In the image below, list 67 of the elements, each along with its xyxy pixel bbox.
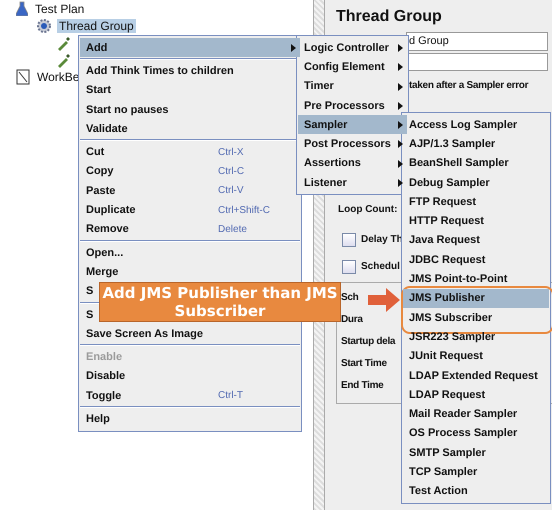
scheduler-label: Startup dela bbox=[341, 336, 396, 347]
menu-item[interactable]: Remove Delete bbox=[80, 220, 300, 239]
menu-item[interactable]: LDAP Request bbox=[403, 385, 549, 404]
menu-item[interactable]: JMS Point-to-Point bbox=[403, 269, 549, 289]
menu-item[interactable]: HTTP Request bbox=[403, 211, 549, 231]
menu-item[interactable]: OS Process Sampler bbox=[403, 424, 549, 444]
menu-item[interactable]: JUnit Request bbox=[403, 346, 549, 366]
error-action-label: taken after a Sampler error bbox=[409, 80, 528, 91]
pipette-icon bbox=[56, 52, 72, 68]
scheduler-label: Start Time bbox=[341, 358, 387, 369]
checkbox[interactable] bbox=[342, 260, 356, 274]
menu-item[interactable]: JMS Publisher bbox=[403, 288, 549, 308]
menu-item[interactable]: AJP/1.3 Sampler bbox=[403, 134, 549, 154]
menu-item[interactable]: Merge bbox=[80, 262, 122, 282]
notepad-icon bbox=[16, 68, 30, 84]
menu-item[interactable]: Open... bbox=[80, 242, 128, 262]
menu-item[interactable]: Java Request bbox=[403, 230, 549, 250]
menu-item[interactable]: Start bbox=[80, 80, 116, 100]
menu-item[interactable]: S bbox=[80, 304, 98, 324]
submenu-arrow-icon bbox=[398, 82, 403, 91]
menu-item[interactable]: Duplicate Ctrl+Shift-C bbox=[80, 200, 300, 220]
menu-item[interactable]: Add bbox=[80, 38, 300, 58]
loop-count-label: Loop Count: bbox=[338, 204, 398, 215]
panel-title: Thread Group bbox=[336, 8, 443, 27]
menu-item[interactable]: Copy Ctrl-C bbox=[80, 162, 300, 182]
menu-item[interactable]: Paste Ctrl-V bbox=[80, 181, 300, 200]
menu-item[interactable]: LDAP Extended Request bbox=[403, 366, 549, 386]
menu-item[interactable]: Debug Sampler bbox=[403, 172, 549, 192]
menu-item[interactable]: Save Screen As Image bbox=[80, 324, 207, 344]
menu-item[interactable]: SMTP Sampler bbox=[403, 443, 549, 462]
callout-tooltip: Add JMS Publisher than JMS Subscriber bbox=[99, 282, 341, 322]
checkbox[interactable] bbox=[342, 232, 356, 246]
menu-item[interactable]: Validate bbox=[80, 119, 132, 138]
tree-item[interactable]: Test Plan bbox=[33, 2, 86, 16]
menu-item[interactable]: JMS Subscriber bbox=[403, 308, 549, 328]
menu-item[interactable]: Add Think Times to children bbox=[80, 61, 238, 81]
scheduler-label: Sch bbox=[341, 292, 358, 303]
gear-icon bbox=[36, 18, 52, 34]
menu-item[interactable]: S bbox=[80, 282, 98, 301]
arrow-icon bbox=[368, 288, 400, 312]
menu-item[interactable]: Test Action bbox=[403, 482, 549, 501]
scheduler-label: Dura bbox=[341, 314, 363, 325]
scheduler-label: End Time bbox=[341, 380, 384, 391]
menu-item[interactable]: Help bbox=[80, 409, 114, 429]
tree-item[interactable]: Thread Group bbox=[57, 18, 136, 32]
menu-item[interactable]: Logic Controller bbox=[298, 38, 407, 58]
menu-item[interactable]: Start no pauses bbox=[80, 100, 173, 120]
checkbox-label: Schedul bbox=[361, 261, 400, 272]
submenu-arrow-icon bbox=[398, 44, 403, 52]
pipette-icon bbox=[56, 34, 72, 50]
flask-icon bbox=[16, 1, 28, 16]
tree-item[interactable]: WorkBe bbox=[35, 70, 82, 84]
menu-item[interactable]: Timer bbox=[298, 76, 407, 96]
menu-item[interactable]: Sampler bbox=[298, 115, 407, 134]
comments-field[interactable] bbox=[406, 53, 548, 71]
menu-item[interactable]: BeanShell Sampler bbox=[403, 154, 549, 173]
menu-item[interactable]: Config Element bbox=[298, 57, 407, 77]
menu-item[interactable]: Toggle Ctrl-T bbox=[80, 386, 300, 406]
menu-item[interactable]: Mail Reader Sampler bbox=[403, 404, 549, 424]
menu-item[interactable]: Cut Ctrl-X bbox=[80, 142, 300, 162]
menu-item[interactable]: FTP Request bbox=[403, 192, 549, 212]
menu-item[interactable]: JDBC Request bbox=[403, 250, 549, 270]
menu-item[interactable]: Disable bbox=[80, 366, 130, 386]
menu-item[interactable]: JSR223 Sampler bbox=[403, 327, 549, 347]
menu-item[interactable]: TCP Sampler bbox=[403, 462, 549, 482]
name-field[interactable]: d Group bbox=[406, 32, 548, 51]
submenu-arrow-icon bbox=[398, 63, 403, 72]
